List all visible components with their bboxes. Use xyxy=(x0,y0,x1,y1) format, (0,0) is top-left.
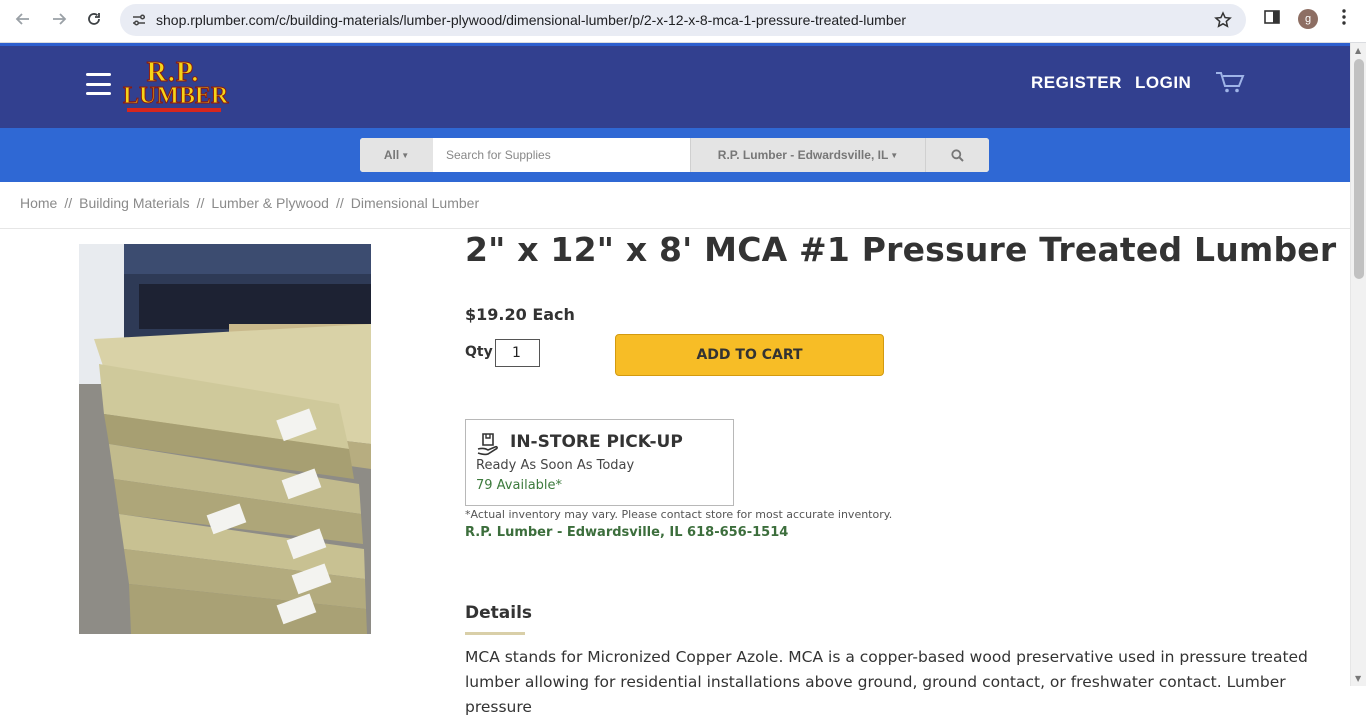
category-dropdown[interactable]: All ▼ xyxy=(360,138,433,172)
page-scrollbar[interactable]: ▲ ▼ xyxy=(1350,43,1366,686)
breadcrumb-lumber-plywood[interactable]: Lumber & Plywood xyxy=(211,195,329,211)
breadcrumb-separator: // xyxy=(196,195,205,211)
site-header: R.P. LUMBER REGISTER LOGIN xyxy=(0,43,1350,128)
details-underline xyxy=(465,632,525,635)
pickup-ready-text: Ready As Soon As Today xyxy=(476,458,635,473)
shopping-cart-icon[interactable] xyxy=(1215,70,1245,98)
search-button[interactable] xyxy=(925,138,989,172)
bookmark-star-icon[interactable] xyxy=(1214,11,1232,33)
forward-icon[interactable] xyxy=(48,8,70,30)
search-bar: All ▼ R.P. Lumber - Edwardsville, IL ▼ xyxy=(360,138,989,172)
search-icon xyxy=(951,148,964,162)
scroll-down-icon[interactable]: ▼ xyxy=(1355,674,1361,683)
caret-down-icon: ▼ xyxy=(890,150,899,160)
product-price: $19.20 Each xyxy=(465,305,575,324)
store-selector-label: R.P. Lumber - Edwardsville, IL xyxy=(717,148,889,162)
logo-text-bottom: LUMBER xyxy=(123,83,229,109)
quantity-input[interactable] xyxy=(495,339,540,367)
product-image[interactable] xyxy=(79,244,371,634)
profile-avatar[interactable]: g xyxy=(1298,9,1318,29)
store-selector[interactable]: R.P. Lumber - Edwardsville, IL ▼ xyxy=(690,138,925,172)
scroll-up-icon[interactable]: ▲ xyxy=(1355,46,1361,55)
breadcrumb-dimensional-lumber[interactable]: Dimensional Lumber xyxy=(351,195,479,211)
kebab-menu-icon[interactable] xyxy=(1336,8,1352,30)
url-text: shop.rplumber.com/c/building-materials/l… xyxy=(156,12,907,28)
inventory-note: *Actual inventory may vary. Please conta… xyxy=(465,508,893,521)
caret-down-icon: ▼ xyxy=(401,150,410,160)
back-icon[interactable] xyxy=(12,8,34,30)
browser-toolbar: shop.rplumber.com/c/building-materials/l… xyxy=(0,0,1366,43)
search-band: All ▼ R.P. Lumber - Edwardsville, IL ▼ xyxy=(0,128,1350,182)
details-description: MCA stands for Micronized Copper Azole. … xyxy=(465,648,1308,716)
breadcrumb-separator: // xyxy=(64,195,73,211)
search-input[interactable] xyxy=(433,138,690,172)
breadcrumb-home[interactable]: Home xyxy=(20,195,57,211)
details-heading: Details xyxy=(465,603,533,623)
scrollbar-thumb[interactable] xyxy=(1354,59,1364,279)
reload-icon[interactable] xyxy=(83,8,105,30)
breadcrumb: Home // Building Materials // Lumber & P… xyxy=(20,195,479,211)
hamburger-menu-icon[interactable] xyxy=(86,73,111,95)
in-store-pickup-box: IN-STORE PICK-UP Ready As Soon As Today … xyxy=(465,419,734,506)
pickup-available-count: 79 Available* xyxy=(476,478,563,493)
divider xyxy=(0,228,1350,229)
product-title: 2" x 12" x 8' MCA #1 Pressure Treated Lu… xyxy=(465,230,1337,269)
breadcrumb-building-materials[interactable]: Building Materials xyxy=(79,195,190,211)
breadcrumb-separator: // xyxy=(335,195,344,211)
store-pickup-icon xyxy=(476,430,502,460)
register-link[interactable]: REGISTER xyxy=(1031,73,1122,93)
pickup-title: IN-STORE PICK-UP xyxy=(510,432,683,452)
category-dropdown-label: All xyxy=(383,148,400,162)
address-bar[interactable]: shop.rplumber.com/c/building-materials/l… xyxy=(120,4,1246,36)
login-link[interactable]: LOGIN xyxy=(1135,73,1191,93)
side-panel-icon[interactable] xyxy=(1263,8,1281,30)
site-logo[interactable]: R.P. LUMBER xyxy=(123,57,229,113)
quantity-label: Qty xyxy=(465,344,493,360)
site-settings-icon[interactable] xyxy=(130,11,148,29)
store-contact[interactable]: R.P. Lumber - Edwardsville, IL 618-656-1… xyxy=(465,525,788,540)
logo-underline xyxy=(127,108,221,112)
add-to-cart-button[interactable]: ADD TO CART xyxy=(615,334,884,376)
